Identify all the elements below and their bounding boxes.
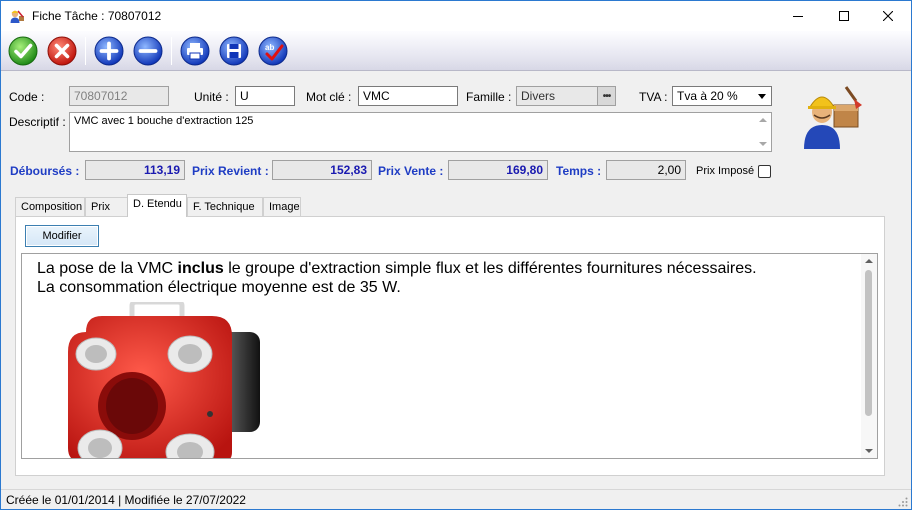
minimize-button[interactable] bbox=[775, 1, 821, 31]
temps-field[interactable]: 2,00 bbox=[606, 160, 686, 180]
prix-impose-label: Prix Imposé bbox=[696, 165, 755, 177]
modifier-button[interactable]: Modifier bbox=[25, 225, 99, 247]
detail-line-1-bold: inclus bbox=[177, 260, 224, 277]
toolbar-separator bbox=[171, 37, 172, 65]
floppy-icon bbox=[219, 36, 249, 66]
resize-grip-icon[interactable] bbox=[898, 497, 908, 507]
spellcheck-icon: ab bbox=[258, 36, 288, 66]
validate-button[interactable] bbox=[7, 35, 39, 67]
code-field[interactable]: 70807012 bbox=[69, 86, 169, 106]
detail-line-1-end: le groupe d'extraction simple flux et le… bbox=[223, 260, 757, 277]
cancel-button[interactable] bbox=[46, 35, 78, 67]
vmc-port bbox=[167, 335, 213, 373]
debourses-field[interactable]: 113,19 bbox=[85, 160, 185, 180]
tab-prix[interactable]: Prix bbox=[85, 197, 129, 217]
status-bar: Créée le 01/01/2014 | Modifiée le 27/07/… bbox=[1, 489, 911, 509]
mot-cle-field[interactable]: VMC bbox=[358, 86, 458, 106]
temps-label: Temps : bbox=[556, 164, 602, 178]
prix-revient-field[interactable]: 152,83 bbox=[272, 160, 372, 180]
detail-line-2: La consommation électrique moyenne est d… bbox=[37, 279, 401, 296]
add-button[interactable] bbox=[93, 35, 125, 67]
plus-icon bbox=[94, 36, 124, 66]
svg-text:ab: ab bbox=[265, 43, 274, 52]
descriptif-scrollbar[interactable] bbox=[755, 113, 771, 151]
tva-select[interactable]: Tva à 20 % bbox=[672, 86, 772, 106]
mot-cle-label: Mot clé : bbox=[306, 90, 352, 104]
scroll-down-icon[interactable] bbox=[865, 449, 873, 453]
printer-icon bbox=[180, 36, 210, 66]
detail-richtext[interactable]: La pose de la VMC inclus le groupe d'ext… bbox=[21, 253, 878, 459]
debourses-label: Déboursés : bbox=[10, 164, 80, 178]
tab-d-etendu[interactable]: D. Etendu bbox=[127, 194, 187, 217]
spellcheck-button[interactable]: ab bbox=[257, 35, 289, 67]
worker-illustration bbox=[804, 86, 862, 149]
tab-image[interactable]: Image bbox=[263, 197, 301, 217]
prix-vente-field[interactable]: 169,80 bbox=[448, 160, 548, 180]
vmc-port bbox=[75, 337, 117, 371]
detail-scrollbar[interactable] bbox=[861, 254, 877, 458]
unite-label: Unité : bbox=[194, 90, 229, 104]
descriptif-textarea[interactable]: VMC avec 1 bouche d'extraction 125 bbox=[69, 112, 772, 152]
x-icon bbox=[47, 36, 77, 66]
scroll-up-icon[interactable] bbox=[865, 259, 873, 263]
save-button[interactable] bbox=[218, 35, 250, 67]
status-text: Créée le 01/01/2014 | Modifiée le 27/07/… bbox=[6, 493, 246, 507]
app-window: Fiche Tâche : 70807012 ab Code: 7080701… bbox=[0, 0, 912, 510]
scroll-down-icon[interactable] bbox=[759, 142, 767, 146]
famille-field[interactable]: Divers ••• bbox=[516, 86, 616, 106]
check-icon bbox=[8, 36, 38, 66]
prix-impose-checkbox[interactable] bbox=[758, 165, 771, 178]
title-bar[interactable]: Fiche Tâche : 70807012 bbox=[1, 1, 911, 31]
worker-app-icon bbox=[10, 10, 24, 23]
minimize-icon bbox=[793, 16, 803, 17]
prix-vente-label: Prix Vente : bbox=[378, 164, 444, 178]
close-icon bbox=[883, 11, 893, 21]
window-title: Fiche Tâche : 70807012 bbox=[32, 9, 162, 23]
unite-field[interactable]: U bbox=[235, 86, 295, 106]
vmc-unit-image bbox=[68, 302, 260, 458]
maximize-icon bbox=[839, 11, 849, 21]
remove-button[interactable] bbox=[132, 35, 164, 67]
descriptif-value: VMC avec 1 bouche d'extraction 125 bbox=[74, 115, 254, 127]
close-window-button[interactable] bbox=[865, 1, 911, 31]
detail-line-1: La pose de la VMC inclus le groupe d'ext… bbox=[37, 259, 877, 278]
famille-value: Divers bbox=[521, 89, 556, 103]
toolbar-separator bbox=[85, 37, 86, 65]
tab-f-technique[interactable]: F. Technique bbox=[187, 197, 263, 217]
code-label: Code : bbox=[9, 90, 45, 104]
detail-line-1-start: La pose de la VMC bbox=[37, 260, 178, 277]
minus-icon bbox=[133, 36, 163, 66]
scroll-up-icon[interactable] bbox=[759, 118, 767, 122]
descriptif-label: Descriptif : bbox=[9, 115, 66, 129]
maximize-button[interactable] bbox=[821, 1, 867, 31]
tva-value: Tva à 20 % bbox=[677, 89, 738, 103]
famille-browse-button[interactable]: ••• bbox=[597, 87, 615, 105]
print-button[interactable] bbox=[179, 35, 211, 67]
tva-label: TVA : bbox=[639, 90, 668, 104]
tab-composition[interactable]: Composition bbox=[15, 197, 85, 217]
chevron-down-icon bbox=[758, 94, 766, 99]
prix-revient-label: Prix Revient : bbox=[192, 164, 269, 178]
toolbar: ab bbox=[1, 31, 911, 71]
famille-label: Famille : bbox=[466, 90, 512, 104]
ellipsis-icon: ••• bbox=[602, 90, 611, 102]
scrollbar-thumb[interactable] bbox=[865, 270, 872, 416]
